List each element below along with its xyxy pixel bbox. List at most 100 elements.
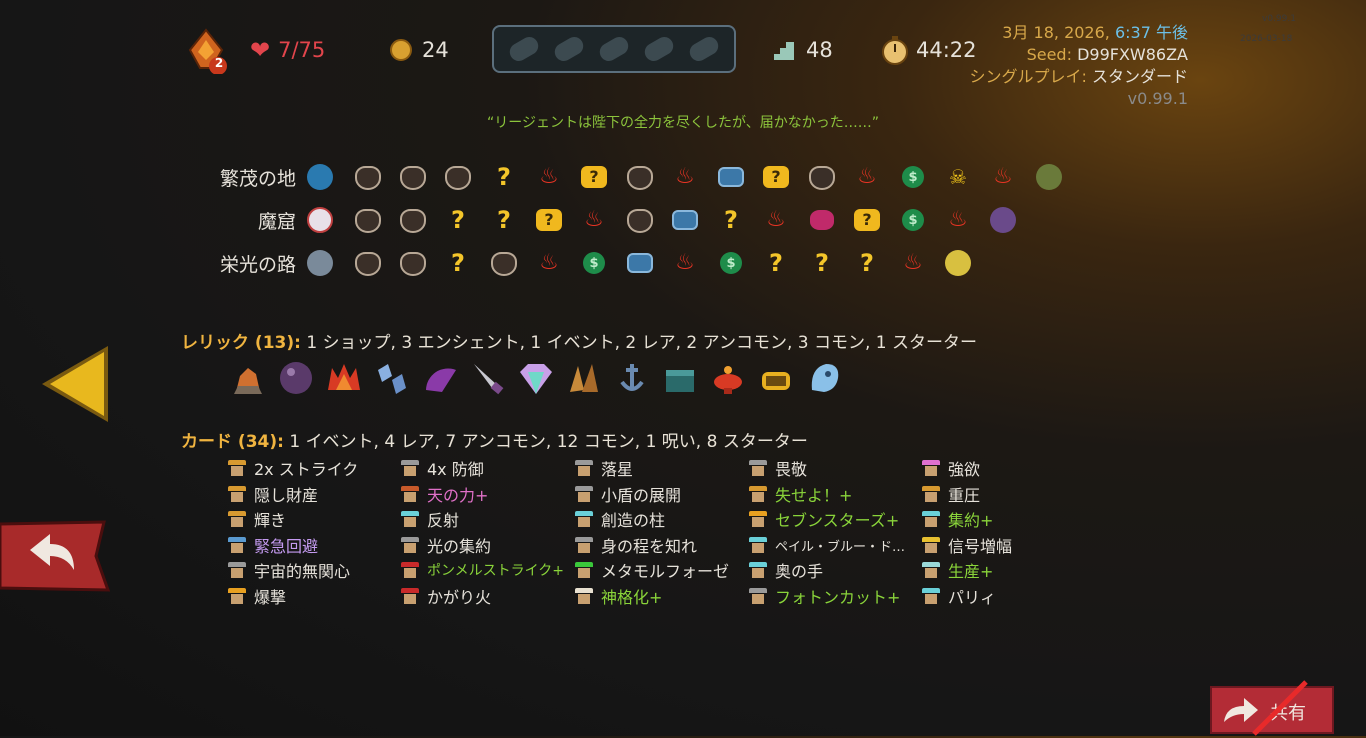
anchor-relic-icon[interactable] xyxy=(614,360,650,396)
burning-rock-relic-icon[interactable] xyxy=(230,360,266,396)
rest-site-icon[interactable]: ♨ xyxy=(945,207,971,233)
potion-slot-empty-icon[interactable] xyxy=(551,33,587,65)
unknown-node-icon[interactable]: ? xyxy=(809,250,835,276)
unknown-chest-node-icon[interactable]: ? xyxy=(536,207,562,233)
card-entry[interactable]: 奥の手 xyxy=(749,558,823,582)
bronze-scales-relic-icon[interactable] xyxy=(566,360,602,396)
card-entry[interactable]: かがり火 xyxy=(401,584,491,608)
unknown-node-icon[interactable]: ? xyxy=(445,207,471,233)
shop-node-icon[interactable]: $ xyxy=(718,250,744,276)
card-entry[interactable]: 反射 xyxy=(401,507,459,531)
card-entry[interactable]: 光の集約 xyxy=(401,533,491,557)
unknown-node-icon[interactable]: ? xyxy=(718,207,744,233)
card-entry[interactable]: 強欲 xyxy=(922,456,980,480)
crystal-pair-relic-icon[interactable] xyxy=(374,360,410,396)
card-entry[interactable]: フォトンカット+ xyxy=(749,584,900,608)
rest-site-icon[interactable]: ♨ xyxy=(536,250,562,276)
monster-node-icon[interactable] xyxy=(627,165,653,191)
monster-node-icon[interactable] xyxy=(445,165,471,191)
card-entry[interactable]: 神格化+ xyxy=(575,584,662,608)
card-entry[interactable]: 4x 防御 xyxy=(401,456,484,480)
shop-node-icon[interactable]: $ xyxy=(900,164,926,190)
floor-display[interactable]: 48 xyxy=(774,34,833,66)
boss-node-icon[interactable] xyxy=(1036,164,1062,190)
monster-node-icon[interactable] xyxy=(809,165,835,191)
card-entry[interactable]: 重圧 xyxy=(922,482,980,506)
dark-orb-relic-icon[interactable] xyxy=(278,360,314,396)
blue-spirit-relic-icon[interactable] xyxy=(806,360,842,396)
toolbox-relic-icon[interactable] xyxy=(662,360,698,396)
ancient-node-icon[interactable] xyxy=(307,207,333,233)
card-entry[interactable]: 宇宙的無関心 xyxy=(228,558,350,582)
monster-node-icon[interactable] xyxy=(355,251,381,277)
monster-node-icon[interactable] xyxy=(491,251,517,277)
golden-bracelet-relic-icon[interactable] xyxy=(758,360,794,396)
monster-node-icon[interactable] xyxy=(400,165,426,191)
fan-relic-icon[interactable] xyxy=(422,360,458,396)
shop-node-icon[interactable]: $ xyxy=(900,207,926,233)
card-entry[interactable]: 2x ストライク xyxy=(228,456,358,480)
hp-display[interactable]: ❤ 7/75 xyxy=(250,34,325,66)
rest-site-icon[interactable]: ♨ xyxy=(990,164,1016,190)
elite-node-icon[interactable] xyxy=(809,207,835,233)
card-entry[interactable]: 畏敬 xyxy=(749,456,807,480)
unknown-node-icon[interactable]: ? xyxy=(491,207,517,233)
elite-node-icon[interactable]: ☠ xyxy=(945,164,971,190)
card-entry[interactable]: 緊急回避 xyxy=(228,533,318,557)
rest-site-icon[interactable]: ♨ xyxy=(672,250,698,276)
potion-slot-empty-icon[interactable] xyxy=(686,33,722,65)
monster-node-icon[interactable] xyxy=(355,165,381,191)
shop-node-icon[interactable]: $ xyxy=(581,250,607,276)
rest-site-icon[interactable]: ♨ xyxy=(672,164,698,190)
card-entry[interactable]: 信号増幅 xyxy=(922,533,1012,557)
card-entry[interactable]: 創造の柱 xyxy=(575,507,665,531)
card-entry[interactable]: ポンメルストライク+ xyxy=(401,558,564,582)
treasure-node-icon[interactable] xyxy=(627,250,653,276)
rest-site-icon[interactable]: ♨ xyxy=(854,164,880,190)
treasure-node-icon[interactable] xyxy=(718,164,744,190)
card-entry[interactable]: 輝き xyxy=(228,507,286,531)
dagger-relic-icon[interactable] xyxy=(470,360,506,396)
card-entry[interactable]: パリィ xyxy=(922,584,996,608)
ancient-node-icon[interactable] xyxy=(307,250,333,276)
ancient-node-icon[interactable] xyxy=(307,164,333,190)
card-entry[interactable]: 落星 xyxy=(575,456,633,480)
crimson-crown-relic-icon[interactable] xyxy=(326,360,362,396)
unknown-chest-node-icon[interactable]: ? xyxy=(581,164,607,190)
magic-lamp-relic-icon[interactable] xyxy=(710,360,746,396)
rest-site-icon[interactable]: ♨ xyxy=(900,250,926,276)
card-entry[interactable]: 身の程を知れ xyxy=(575,533,697,557)
boss-node-icon[interactable] xyxy=(990,207,1016,233)
unknown-node-icon[interactable]: ? xyxy=(854,250,880,276)
unknown-node-icon[interactable]: ? xyxy=(445,250,471,276)
card-entry[interactable]: 集約+ xyxy=(922,507,993,531)
card-entry[interactable]: 天の力+ xyxy=(401,482,488,506)
unknown-chest-node-icon[interactable]: ? xyxy=(763,164,789,190)
potion-slot-empty-icon[interactable] xyxy=(641,33,677,65)
card-entry[interactable]: ペイル・ブルー・ド… xyxy=(749,533,905,557)
card-entry[interactable]: 隠し財産 xyxy=(228,482,318,506)
potion-slot-empty-icon[interactable] xyxy=(506,33,542,65)
card-entry[interactable]: セブンスターズ+ xyxy=(749,507,899,531)
treasure-node-icon[interactable] xyxy=(672,207,698,233)
unknown-chest-node-icon[interactable]: ? xyxy=(854,207,880,233)
monster-node-icon[interactable] xyxy=(400,208,426,234)
card-entry[interactable]: 小盾の展開 xyxy=(575,482,681,506)
rest-site-icon[interactable]: ♨ xyxy=(763,207,789,233)
unknown-node-icon[interactable]: ? xyxy=(491,164,517,190)
back-button[interactable] xyxy=(0,520,111,592)
card-entry[interactable]: メタモルフォーゼ xyxy=(575,558,729,582)
rest-site-icon[interactable]: ♨ xyxy=(581,207,607,233)
monster-node-icon[interactable] xyxy=(355,208,381,234)
unknown-node-icon[interactable]: ? xyxy=(763,250,789,276)
monster-node-icon[interactable] xyxy=(400,251,426,277)
boss-node-icon[interactable] xyxy=(945,250,971,276)
monster-node-icon[interactable] xyxy=(627,208,653,234)
previous-run-button[interactable] xyxy=(38,344,112,424)
gold-display[interactable]: 24 xyxy=(390,34,449,66)
card-entry[interactable]: 爆撃 xyxy=(228,584,286,608)
share-button[interactable]: 共有 xyxy=(1210,680,1334,736)
card-entry[interactable]: 生産+ xyxy=(922,558,993,582)
card-entry[interactable]: 失せよ！+ xyxy=(749,482,852,506)
potion-slot-empty-icon[interactable] xyxy=(596,33,632,65)
